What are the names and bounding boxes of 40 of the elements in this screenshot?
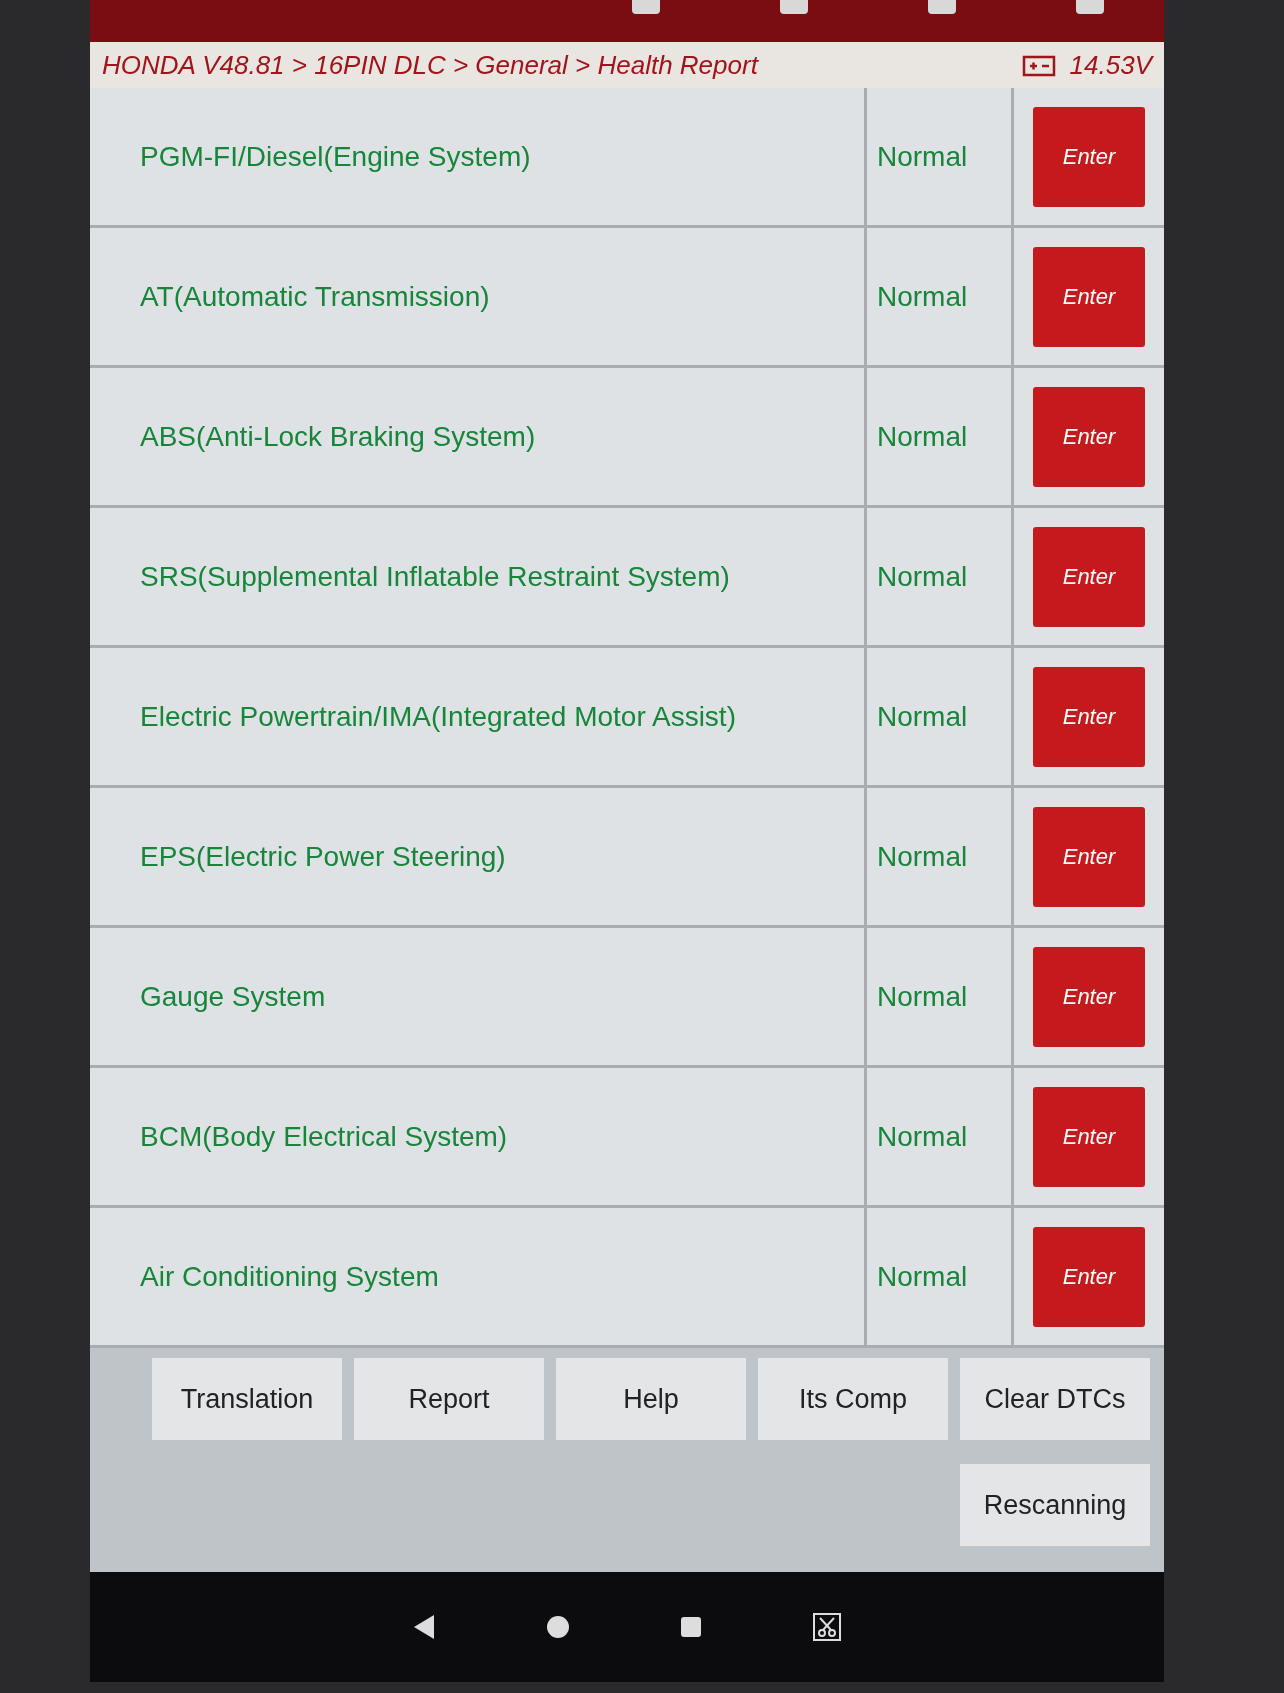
system-status: Normal: [864, 508, 1014, 645]
system-status: Normal: [864, 1068, 1014, 1205]
action-button[interactable]: Its Comp: [758, 1358, 948, 1440]
battery-icon: [1021, 53, 1056, 77]
home-icon[interactable]: [546, 1615, 570, 1639]
enter-button[interactable]: Enter: [1033, 1086, 1145, 1187]
enter-button[interactable]: Enter: [1033, 1226, 1145, 1327]
system-status: Normal: [864, 648, 1014, 785]
system-status: Normal: [864, 1208, 1014, 1345]
enter-button[interactable]: Enter: [1033, 386, 1145, 487]
enter-button[interactable]: Enter: [1033, 246, 1145, 347]
system-name: PGM-FI/Diesel(Engine System): [139, 139, 532, 174]
system-name: SRS(Supplemental Inflatable Restraint System): [139, 559, 731, 594]
enter-button[interactable]: Enter: [1033, 106, 1145, 207]
system-name: AT(Automatic Transmission): [139, 279, 491, 314]
system-status: Normal: [864, 788, 1014, 925]
action-button[interactable]: Report: [354, 1358, 544, 1440]
square-icon[interactable]: [680, 1616, 702, 1638]
system-name: BCM(Body Electrical System): [139, 1119, 509, 1154]
system-status: Normal: [864, 228, 1014, 365]
enter-button[interactable]: Enter: [1033, 946, 1145, 1047]
action-button[interactable]: Clear DTCs: [960, 1358, 1150, 1440]
system-name: Gauge System: [139, 979, 327, 1014]
scissors-icon[interactable]: [812, 1612, 842, 1642]
system-name: Electric Powertrain/IMA(Integrated Motor Assist): [139, 699, 737, 734]
system-status: Normal: [864, 928, 1014, 1065]
system-name: EPS(Electric Power Steering): [139, 839, 507, 874]
system-status: Normal: [864, 88, 1014, 225]
system-name: Air Conditioning System: [139, 1259, 440, 1294]
system-status: Normal: [864, 368, 1014, 505]
system-name: ABS(Anti-Lock Braking System): [139, 419, 537, 454]
enter-button[interactable]: Enter: [1033, 526, 1145, 627]
voltage-reading: 14.53V: [1069, 49, 1152, 81]
action-button[interactable]: Help: [556, 1358, 746, 1440]
action-button[interactable]: Rescanning: [960, 1464, 1150, 1546]
action-button[interactable]: Translation: [152, 1358, 342, 1440]
breadcrumb: HONDA V48.81 > 16PIN DLC > General > Health Report: [102, 49, 758, 81]
enter-button[interactable]: Enter: [1033, 806, 1145, 907]
enter-button[interactable]: Enter: [1033, 666, 1145, 767]
back-icon[interactable]: [412, 1614, 436, 1640]
